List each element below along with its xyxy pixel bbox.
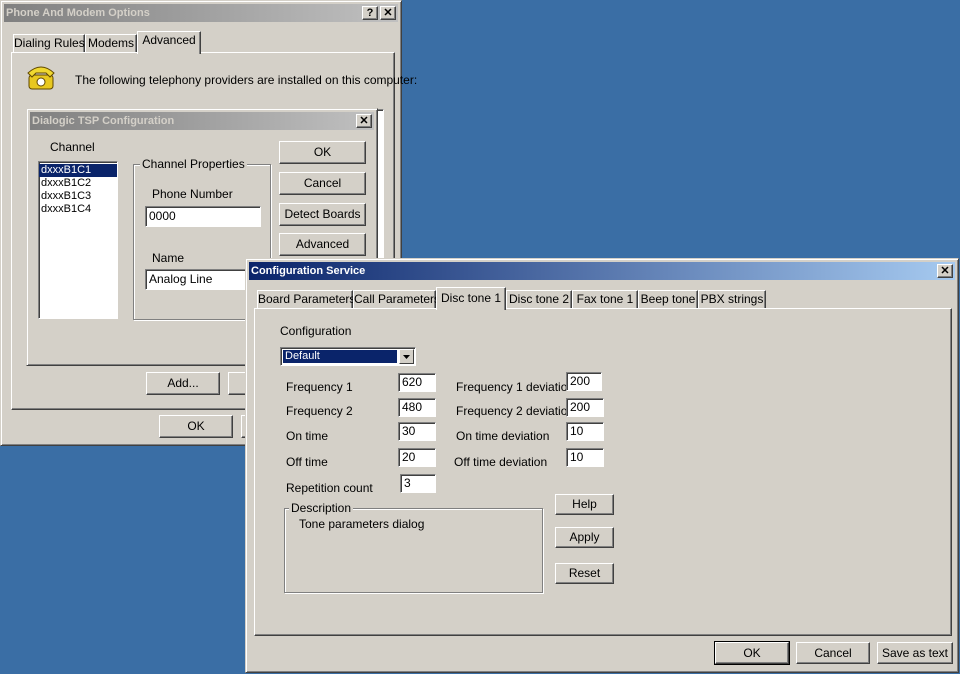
dialogic-ok-button[interactable]: OK	[279, 141, 366, 164]
tab-board-parameters[interactable]: Board Parameters	[257, 290, 355, 309]
configuration-value: Default	[283, 350, 397, 363]
close-icon[interactable]: ✕	[380, 6, 396, 20]
close-icon[interactable]: ✕	[937, 264, 953, 278]
frequency-2-deviation-field[interactable]: 200	[566, 398, 604, 417]
name-label: Name	[152, 251, 185, 265]
channel-item[interactable]: dxxxB1C1	[39, 164, 117, 177]
on-time-deviation-field[interactable]: 10	[566, 422, 604, 441]
add-button[interactable]: Add...	[146, 372, 220, 395]
channel-properties-title: Channel Properties	[140, 157, 247, 171]
configuration-select[interactable]: Default	[280, 347, 416, 366]
providers-intro: The following telephony providers are in…	[75, 73, 418, 87]
frequency-1-deviation-label: Frequency 1 deviation	[456, 380, 575, 394]
tab-pbx-strings[interactable]: PBX strings	[698, 290, 766, 309]
help-button[interactable]: ?	[362, 6, 378, 20]
on-time-deviation-label: On time deviation	[456, 429, 550, 443]
config-titlebar[interactable]: Configuration Service ✕	[249, 262, 955, 280]
apply-button[interactable]: Apply	[555, 527, 614, 548]
phone-number-field[interactable]: 0000	[145, 206, 261, 227]
description-title: Description	[289, 501, 354, 515]
phone-modem-tabs: Dialing Rules Modems Advanced	[11, 31, 391, 54]
phone-icon	[26, 63, 56, 91]
repetition-count-label: Repetition count	[286, 481, 373, 495]
channel-label: Channel	[50, 140, 95, 154]
tab-call-parameters[interactable]: Call Parameters	[353, 290, 440, 309]
tab-fax-tone-1[interactable]: Fax tone 1	[572, 290, 638, 309]
tab-dialing-rules[interactable]: Dialing Rules	[13, 34, 85, 53]
phone-modem-title: Phone And Modem Options	[6, 7, 150, 19]
phone-modem-ok-button[interactable]: OK	[159, 415, 233, 438]
phone-modem-titlebar[interactable]: Phone And Modem Options ? ✕	[4, 4, 398, 22]
reset-button[interactable]: Reset	[555, 563, 614, 584]
off-time-field[interactable]: 20	[398, 448, 436, 467]
frequency-1-deviation-field[interactable]: 200	[566, 372, 602, 391]
config-tabs: Board Parameters Call Parameters Disc to…	[254, 287, 954, 310]
description-text: Tone parameters dialog	[299, 517, 425, 531]
off-time-label: Off time	[286, 455, 328, 469]
tab-modems[interactable]: Modems	[85, 34, 137, 53]
config-panel: Configuration Default Frequency 1 620 Fr…	[254, 308, 952, 636]
description-group: Description Tone parameters dialog	[284, 501, 543, 593]
channel-item[interactable]: dxxxB1C2	[39, 177, 117, 190]
name-field[interactable]: Analog Line	[145, 269, 261, 290]
config-title: Configuration Service	[251, 265, 366, 277]
tab-disc-tone-2[interactable]: Disc tone 2	[506, 290, 572, 309]
frequency-1-label: Frequency 1	[286, 380, 353, 394]
configuration-label: Configuration	[280, 324, 352, 338]
on-time-label: On time	[286, 429, 329, 443]
tab-disc-tone-1[interactable]: Disc tone 1	[436, 287, 506, 310]
phone-number-label: Phone Number	[152, 187, 233, 201]
close-icon[interactable]: ✕	[356, 114, 372, 128]
frequency-1-field[interactable]: 620	[398, 373, 436, 392]
config-window: Configuration Service ✕ Board Parameters…	[245, 258, 959, 673]
frequency-2-field[interactable]: 480	[398, 398, 436, 417]
frequency-2-deviation-label: Frequency 2 deviation	[456, 404, 575, 418]
help-button[interactable]: Help	[555, 494, 614, 515]
tab-advanced[interactable]: Advanced	[137, 31, 201, 54]
off-time-deviation-label: Off time deviation	[454, 455, 548, 469]
dialogic-title: Dialogic TSP Configuration	[32, 115, 175, 127]
channel-item[interactable]: dxxxB1C4	[39, 203, 117, 216]
detect-boards-button[interactable]: Detect Boards	[279, 203, 366, 226]
channel-item[interactable]: dxxxB1C3	[39, 190, 117, 203]
tab-beep-tone[interactable]: Beep tone	[638, 290, 698, 309]
dropdown-arrow-icon[interactable]	[399, 349, 414, 364]
repetition-count-field[interactable]: 3	[400, 474, 436, 493]
dialogic-titlebar[interactable]: Dialogic TSP Configuration ✕	[30, 112, 374, 130]
advanced-button[interactable]: Advanced	[279, 233, 366, 256]
dialogic-cancel-button[interactable]: Cancel	[279, 172, 366, 195]
on-time-field[interactable]: 30	[398, 422, 436, 441]
frequency-2-label: Frequency 2	[286, 404, 353, 418]
save-as-text-button[interactable]: Save as text	[877, 642, 953, 664]
channel-list[interactable]: dxxxB1C1 dxxxB1C2 dxxxB1C3 dxxxB1C4	[38, 161, 118, 319]
config-cancel-button[interactable]: Cancel	[796, 642, 870, 664]
off-time-deviation-field[interactable]: 10	[566, 448, 604, 467]
config-ok-button[interactable]: OK	[714, 641, 790, 665]
